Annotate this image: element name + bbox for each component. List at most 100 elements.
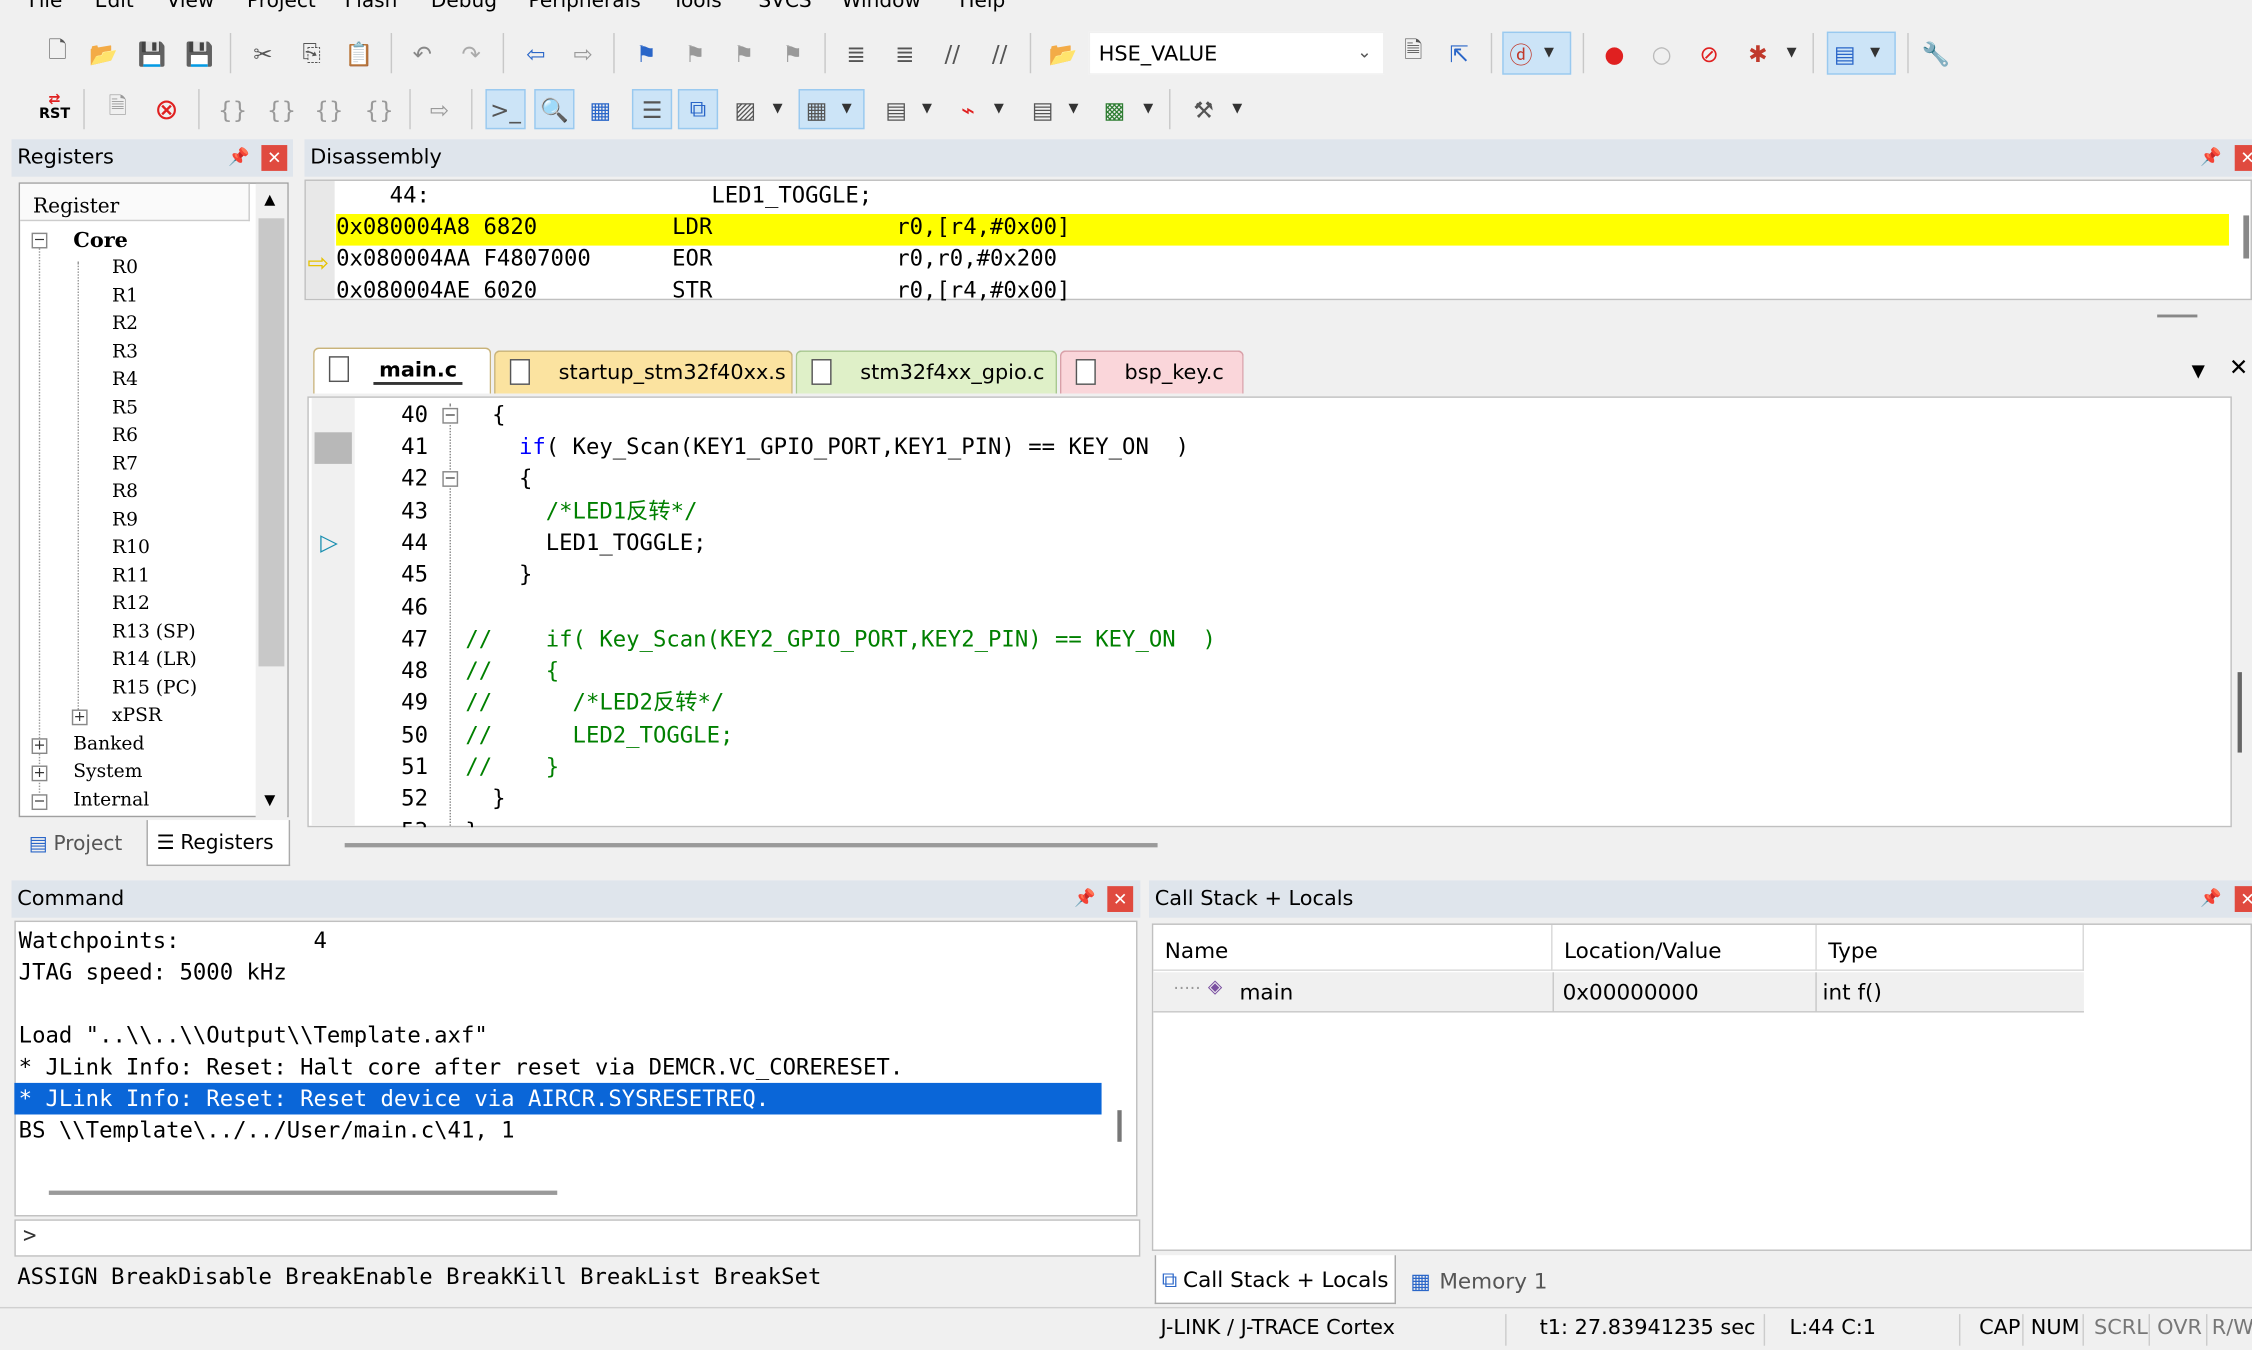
chevron-down-icon[interactable]: ▼ [922,102,932,116]
register-r7[interactable]: R7 [112,454,138,476]
code-line[interactable]: // LED2_TOGGLE; [465,720,733,752]
register-r6[interactable]: R6 [112,425,138,447]
tab-bsp-key-c[interactable]: bsp_key.c [1059,350,1244,394]
code-line[interactable]: if( Key_Scan(KEY1_GPIO_PORT,KEY1_PIN) ==… [465,431,1189,463]
redo-icon[interactable]: ↷ [454,36,488,70]
tab-main-c[interactable]: main.c [313,347,492,394]
menu-help[interactable]: Help [959,0,1005,13]
disassembly-source-line[interactable]: 44: LED1_TOGGLE; [336,182,873,208]
find-icon[interactable]: 🗎 [1396,35,1430,70]
code-line[interactable]: // { [465,655,559,687]
command-line[interactable]: * JLink Info: Reset: Halt core after res… [19,1051,904,1083]
run-to-cursor-icon[interactable]: {} [362,92,396,126]
disable-breakpoints-icon[interactable]: ⊘ [1692,36,1726,70]
close-icon[interactable]: ✕ [1107,886,1134,912]
code-line[interactable]: } [465,783,505,815]
configure-icon[interactable]: 🔧 [1919,36,1953,70]
pin-icon[interactable]: 📌 [2200,146,2221,166]
register-r8[interactable]: R8 [112,481,138,503]
scroll-up-icon[interactable]: ▲ [264,192,275,208]
tree-banked[interactable]: Banked [73,734,144,756]
tree-core[interactable]: Core [73,228,128,252]
code-line[interactable]: // if( Key_Scan(KEY2_GPIO_PORT,KEY2_PIN)… [465,623,1216,655]
register-r15[interactable]: R15 (PC) [112,678,197,700]
menu-project[interactable]: Project [247,0,316,13]
tab-list-chevron-icon[interactable]: ▼ [2192,360,2205,380]
run-icon[interactable]: 🗎 [101,91,135,126]
step-icon[interactable]: {} [215,92,249,126]
disassembly-window-icon[interactable]: 🔍 [534,89,575,130]
analysis-window-icon[interactable]: ⌁ [951,92,985,126]
copy-icon[interactable]: ⎘ [294,36,328,70]
uncomment-icon[interactable]: // [982,36,1016,70]
scroll-thumb[interactable] [258,218,285,667]
horizontal-scrollbar[interactable] [344,843,1158,848]
register-r1[interactable]: R1 [112,286,138,308]
save-all-icon[interactable]: 💾 [182,36,216,70]
symbols-window-icon[interactable]: ▦ [583,92,617,126]
chevron-down-icon[interactable]: ▼ [1232,102,1242,116]
code-line[interactable]: // } [465,751,559,783]
command-line[interactable]: Load "..\\..\\Output\\Template.axf" [19,1020,488,1052]
code-line[interactable]: } [465,816,478,828]
command-line[interactable]: BS \\Template\../../User/main.c\41, 1 [19,1114,515,1146]
disassembly-row[interactable]: 0x080004AA F4807000 EOR r0,r0,#0x200 [336,246,1057,272]
column-header-location[interactable]: Location/Value [1552,924,1817,971]
show-next-statement-icon[interactable]: ⇨ [422,92,456,126]
navigate-forward-icon[interactable]: ⇨ [566,36,600,70]
pin-icon[interactable]: 📌 [228,146,249,166]
step-over-icon[interactable]: {} [264,92,298,126]
registers-window-icon[interactable]: ☰ [631,89,673,130]
code-line[interactable]: /*LED1反转*/ [465,495,698,527]
pin-icon[interactable]: 📌 [2200,888,2221,908]
watch-windows-icon[interactable]: ▨ [728,92,762,126]
clear-bookmarks-icon[interactable]: ⚑ [776,36,810,70]
new-file-icon[interactable]: 🗋 [40,35,74,70]
tree-internal[interactable]: Internal [73,790,149,812]
enable-breakpoint-icon[interactable]: ○ [1644,36,1678,70]
chevron-down-icon[interactable]: ▼ [1787,46,1797,60]
close-icon[interactable]: ✕ [261,145,288,171]
scrollbar[interactable]: ▲ ▼ [255,183,288,819]
expand-icon[interactable]: + [31,738,48,755]
chevron-down-icon[interactable]: ▼ [1069,102,1079,116]
register-r11[interactable]: R11 [112,566,150,588]
code-line[interactable]: LED1_TOGGLE; [465,527,707,559]
tab-memory[interactable]: ▦ Memory 1 [1402,1260,1560,1303]
register-r0[interactable]: R0 [112,257,138,279]
unindent-icon[interactable]: ≣ [888,36,922,70]
expand-icon[interactable]: + [71,709,88,726]
chevron-down-icon[interactable]: ▼ [773,102,783,116]
command-line[interactable]: Watchpoints: 4 [19,925,327,957]
find-combo[interactable]: HSE_VALUE ⌄ [1088,31,1385,75]
register-r9[interactable]: R9 [112,510,138,532]
close-file-icon[interactable]: ✕ [2229,353,2248,380]
insert-bookmark-icon[interactable]: ⚑ [629,36,663,70]
close-icon[interactable]: ✕ [2234,145,2252,171]
indent-icon[interactable]: ≣ [839,36,873,70]
tree-system[interactable]: System [73,761,142,783]
collapse-icon[interactable]: − [31,232,48,249]
tab-gpio-c[interactable]: stm32f4xx_gpio.c [795,350,1058,394]
column-header-name[interactable]: Name [1153,924,1553,971]
register-r4[interactable]: R4 [112,369,138,391]
register-r2[interactable]: R2 [112,313,138,335]
stop-icon[interactable]: ⊗ [149,92,183,126]
register-column-header[interactable]: Register [20,183,250,222]
serial-window-icon[interactable]: ▤ [879,92,913,126]
save-icon[interactable]: 💾 [135,36,169,70]
reset-icon[interactable]: ⇄ RST [37,90,71,124]
table-row[interactable]: ····· ◈ main 0x00000000 int f() [1153,972,2084,1013]
register-r13[interactable]: R13 (SP) [112,622,196,644]
undo-icon[interactable]: ↶ [405,36,439,70]
menu-window[interactable]: Window [842,0,921,13]
close-icon[interactable]: ✕ [2234,886,2252,912]
system-viewer-icon[interactable]: ▩ [1097,92,1131,126]
register-r12[interactable]: R12 [112,593,150,615]
find-in-files-icon[interactable]: 📂 [1046,36,1080,70]
open-folder-icon[interactable]: 📂 [86,36,120,70]
command-line[interactable]: JTAG speed: 5000 kHz [19,957,287,989]
tab-callstack[interactable]: ⧉ Call Stack + Locals [1154,1255,1396,1305]
step-out-icon[interactable]: {} [312,92,346,126]
tab-registers[interactable]: ☰ Registers [146,820,291,867]
